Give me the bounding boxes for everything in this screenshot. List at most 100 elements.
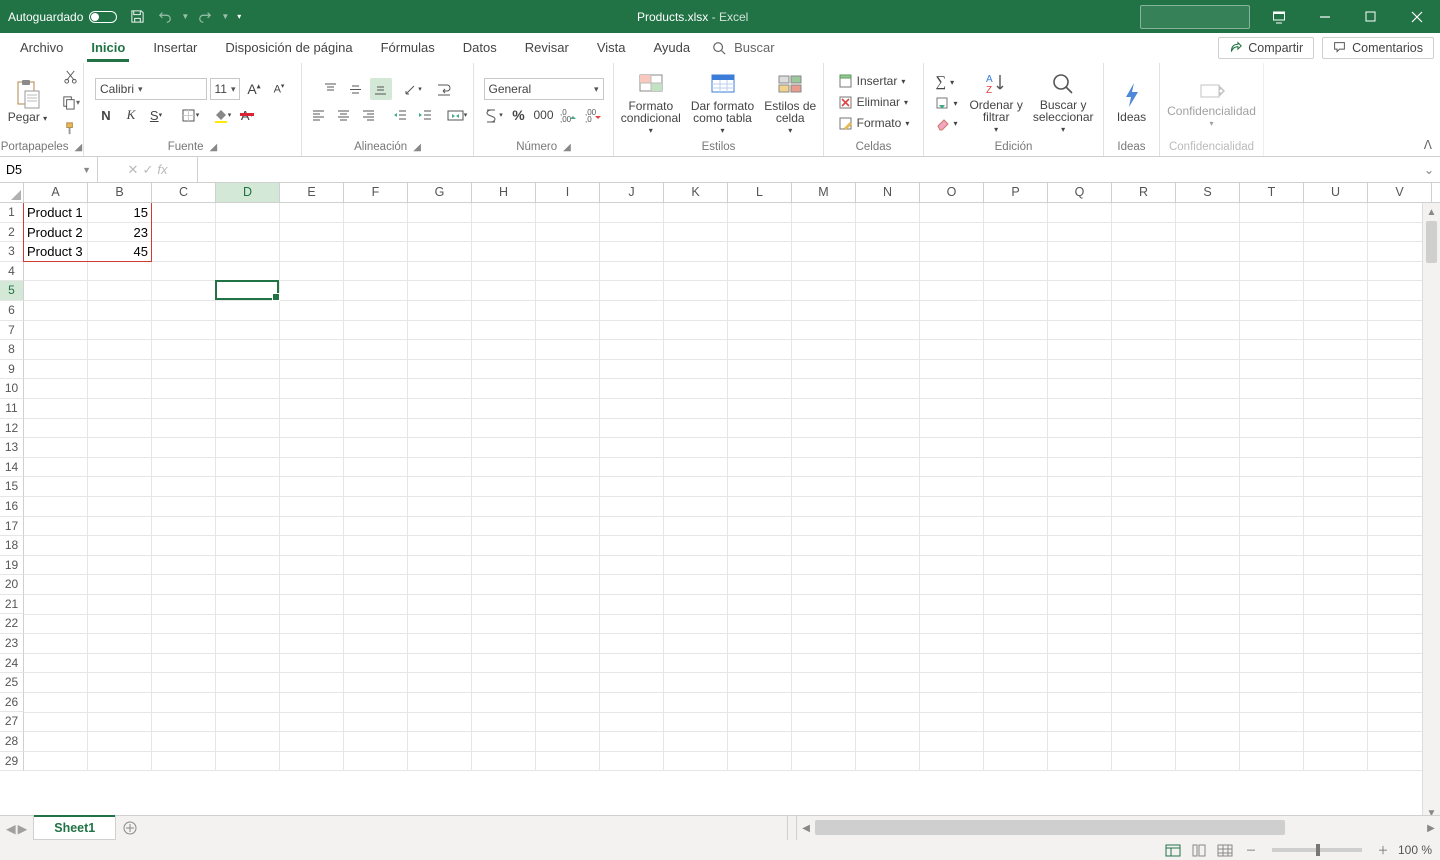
- cell-L15[interactable]: [728, 477, 792, 497]
- cell-F15[interactable]: [344, 477, 408, 497]
- cell-C19[interactable]: [152, 556, 216, 576]
- cell-L13[interactable]: [728, 438, 792, 458]
- cell-K2[interactable]: [664, 223, 728, 243]
- cell-M18[interactable]: [792, 536, 856, 556]
- cell-N20[interactable]: [856, 575, 920, 595]
- cell-B23[interactable]: [88, 634, 152, 654]
- cell-P24[interactable]: [984, 654, 1048, 674]
- cell-L29[interactable]: [728, 752, 792, 772]
- expand-formula-bar-button[interactable]: ⌄: [1418, 157, 1440, 182]
- cell-C8[interactable]: [152, 340, 216, 360]
- cell-A11[interactable]: [24, 399, 88, 419]
- cell-C24[interactable]: [152, 654, 216, 674]
- percent-button[interactable]: %: [508, 104, 530, 126]
- cell-D21[interactable]: [216, 595, 280, 615]
- cell-U26[interactable]: [1304, 693, 1368, 713]
- cell-B11[interactable]: [88, 399, 152, 419]
- cell-C25[interactable]: [152, 673, 216, 693]
- cell-O19[interactable]: [920, 556, 984, 576]
- redo-icon[interactable]: [193, 5, 217, 29]
- align-center-button[interactable]: [332, 104, 354, 126]
- cell-M14[interactable]: [792, 458, 856, 478]
- cell-N11[interactable]: [856, 399, 920, 419]
- cell-Q16[interactable]: [1048, 497, 1112, 517]
- cell-C26[interactable]: [152, 693, 216, 713]
- cell-L16[interactable]: [728, 497, 792, 517]
- cell-G29[interactable]: [408, 752, 472, 772]
- cell-D16[interactable]: [216, 497, 280, 517]
- cell-Q15[interactable]: [1048, 477, 1112, 497]
- cell-K27[interactable]: [664, 713, 728, 733]
- cell-A7[interactable]: [24, 321, 88, 341]
- cell-T29[interactable]: [1240, 752, 1304, 772]
- align-bottom-button[interactable]: [370, 78, 392, 100]
- cell-T16[interactable]: [1240, 497, 1304, 517]
- col-header-H[interactable]: H: [472, 183, 536, 202]
- cell-U3[interactable]: [1304, 242, 1368, 262]
- row-header-11[interactable]: 11: [0, 399, 24, 419]
- cell-D18[interactable]: [216, 536, 280, 556]
- cell-A20[interactable]: [24, 575, 88, 595]
- cell-M7[interactable]: [792, 321, 856, 341]
- cell-O22[interactable]: [920, 615, 984, 635]
- cell-S19[interactable]: [1176, 556, 1240, 576]
- cell-C3[interactable]: [152, 242, 216, 262]
- cell-E7[interactable]: [280, 321, 344, 341]
- share-button[interactable]: Compartir: [1218, 37, 1314, 59]
- cell-N7[interactable]: [856, 321, 920, 341]
- cell-K8[interactable]: [664, 340, 728, 360]
- cell-D28[interactable]: [216, 732, 280, 752]
- align-middle-button[interactable]: [345, 78, 367, 100]
- cell-C10[interactable]: [152, 379, 216, 399]
- col-header-P[interactable]: P: [984, 183, 1048, 202]
- cell-C12[interactable]: [152, 419, 216, 439]
- col-header-U[interactable]: U: [1304, 183, 1368, 202]
- cell-H1[interactable]: [472, 203, 536, 223]
- cell-U25[interactable]: [1304, 673, 1368, 693]
- cell-H25[interactable]: [472, 673, 536, 693]
- cell-N21[interactable]: [856, 595, 920, 615]
- cell-K20[interactable]: [664, 575, 728, 595]
- cell-A22[interactable]: [24, 615, 88, 635]
- col-header-C[interactable]: C: [152, 183, 216, 202]
- cell-L23[interactable]: [728, 634, 792, 654]
- cell-S26[interactable]: [1176, 693, 1240, 713]
- cell-H11[interactable]: [472, 399, 536, 419]
- cell-H7[interactable]: [472, 321, 536, 341]
- cell-K19[interactable]: [664, 556, 728, 576]
- cell-E14[interactable]: [280, 458, 344, 478]
- cut-button[interactable]: [60, 65, 82, 87]
- delete-cells-button[interactable]: Eliminar▾: [834, 93, 912, 112]
- cell-S17[interactable]: [1176, 517, 1240, 537]
- cell-O14[interactable]: [920, 458, 984, 478]
- cell-G13[interactable]: [408, 438, 472, 458]
- cell-S6[interactable]: [1176, 301, 1240, 321]
- cell-M21[interactable]: [792, 595, 856, 615]
- cell-N16[interactable]: [856, 497, 920, 517]
- cell-B19[interactable]: [88, 556, 152, 576]
- cell-O20[interactable]: [920, 575, 984, 595]
- cell-O17[interactable]: [920, 517, 984, 537]
- cell-A13[interactable]: [24, 438, 88, 458]
- cell-M10[interactable]: [792, 379, 856, 399]
- cell-J15[interactable]: [600, 477, 664, 497]
- cell-C4[interactable]: [152, 262, 216, 282]
- cell-G8[interactable]: [408, 340, 472, 360]
- col-header-N[interactable]: N: [856, 183, 920, 202]
- cell-L9[interactable]: [728, 360, 792, 380]
- cell-I17[interactable]: [536, 517, 600, 537]
- cell-U18[interactable]: [1304, 536, 1368, 556]
- cell-F10[interactable]: [344, 379, 408, 399]
- cell-U17[interactable]: [1304, 517, 1368, 537]
- cell-J12[interactable]: [600, 419, 664, 439]
- cell-Q2[interactable]: [1048, 223, 1112, 243]
- cell-A5[interactable]: [24, 281, 88, 301]
- cell-E6[interactable]: [280, 301, 344, 321]
- cell-A24[interactable]: [24, 654, 88, 674]
- row-header-26[interactable]: 26: [0, 693, 24, 713]
- cell-E5[interactable]: [280, 281, 344, 301]
- col-header-B[interactable]: B: [88, 183, 152, 202]
- cell-P5[interactable]: [984, 281, 1048, 301]
- cell-N24[interactable]: [856, 654, 920, 674]
- cell-T6[interactable]: [1240, 301, 1304, 321]
